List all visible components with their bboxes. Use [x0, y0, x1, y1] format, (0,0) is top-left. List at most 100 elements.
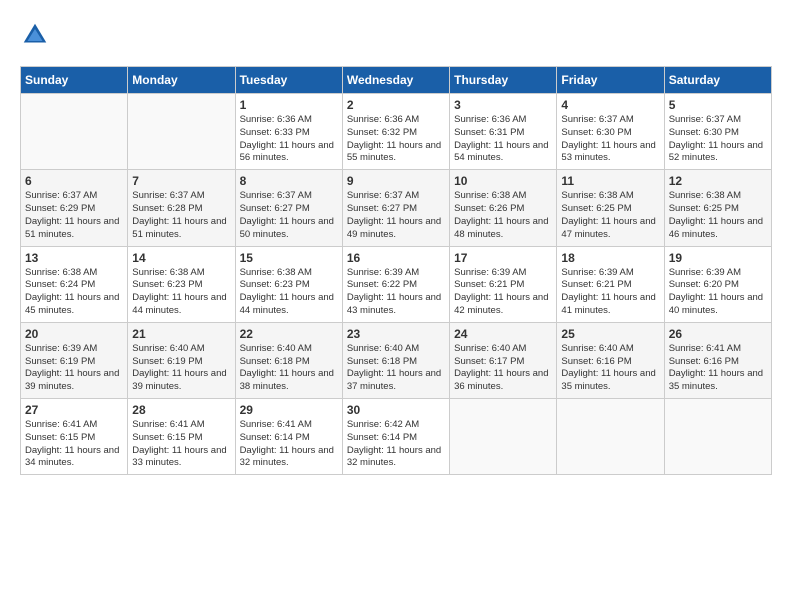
day-number: 9: [347, 174, 445, 188]
day-info: Sunrise: 6:37 AM Sunset: 6:29 PM Dayligh…: [25, 190, 123, 241]
day-number: 18: [561, 251, 659, 265]
day-info: Sunrise: 6:39 AM Sunset: 6:19 PM Dayligh…: [25, 343, 123, 394]
day-number: 23: [347, 327, 445, 341]
day-info: Sunrise: 6:36 AM Sunset: 6:33 PM Dayligh…: [240, 114, 338, 165]
day-number: 3: [454, 98, 552, 112]
calendar-cell: 11Sunrise: 6:38 AM Sunset: 6:25 PM Dayli…: [557, 170, 664, 246]
calendar-header-row: SundayMondayTuesdayWednesdayThursdayFrid…: [21, 67, 772, 94]
day-number: 17: [454, 251, 552, 265]
calendar-table: SundayMondayTuesdayWednesdayThursdayFrid…: [20, 66, 772, 475]
day-of-week-header: Tuesday: [235, 67, 342, 94]
day-of-week-header: Monday: [128, 67, 235, 94]
day-info: Sunrise: 6:40 AM Sunset: 6:19 PM Dayligh…: [132, 343, 230, 394]
day-number: 20: [25, 327, 123, 341]
day-info: Sunrise: 6:40 AM Sunset: 6:16 PM Dayligh…: [561, 343, 659, 394]
calendar-cell: 12Sunrise: 6:38 AM Sunset: 6:25 PM Dayli…: [664, 170, 771, 246]
day-info: Sunrise: 6:37 AM Sunset: 6:27 PM Dayligh…: [347, 190, 445, 241]
day-number: 16: [347, 251, 445, 265]
calendar-week-row: 1 Sunrise: 6:36 AM Sunset: 6:33 PM Daylig…: [21, 94, 772, 170]
day-number: 6: [25, 174, 123, 188]
calendar-cell: 26 Sunrise: 6:41 AM Sunset: 6:16 PM Dayli…: [664, 322, 771, 398]
day-number: 14: [132, 251, 230, 265]
calendar-cell: 3 Sunrise: 6:36 AM Sunset: 6:31 PM Daylig…: [450, 94, 557, 170]
day-number: 1: [240, 98, 338, 112]
calendar-cell: 29Sunrise: 6:41 AM Sunset: 6:14 PM Dayli…: [235, 399, 342, 475]
calendar-cell: 14 Sunrise: 6:38 AM Sunset: 6:23 PM Dayli…: [128, 246, 235, 322]
day-number: 21: [132, 327, 230, 341]
day-number: 24: [454, 327, 552, 341]
day-info: Sunrise: 6:38 AM Sunset: 6:26 PM Dayligh…: [454, 190, 552, 241]
calendar-cell: 20 Sunrise: 6:39 AM Sunset: 6:19 PM Dayli…: [21, 322, 128, 398]
day-number: 22: [240, 327, 338, 341]
calendar-week-row: 6 Sunrise: 6:37 AM Sunset: 6:29 PM Daylig…: [21, 170, 772, 246]
calendar-cell: 22 Sunrise: 6:40 AM Sunset: 6:18 PM Dayli…: [235, 322, 342, 398]
logo-icon: [20, 20, 50, 50]
day-number: 19: [669, 251, 767, 265]
day-info: Sunrise: 6:41 AM Sunset: 6:16 PM Dayligh…: [669, 343, 767, 394]
day-info: Sunrise: 6:38 AM Sunset: 6:23 PM Dayligh…: [240, 267, 338, 318]
calendar-cell: 28 Sunrise: 6:41 AM Sunset: 6:15 PM Dayli…: [128, 399, 235, 475]
day-info: Sunrise: 6:37 AM Sunset: 6:30 PM Dayligh…: [561, 114, 659, 165]
day-number: 30: [347, 403, 445, 417]
day-of-week-header: Wednesday: [342, 67, 449, 94]
day-of-week-header: Friday: [557, 67, 664, 94]
day-of-week-header: Saturday: [664, 67, 771, 94]
day-info: Sunrise: 6:39 AM Sunset: 6:20 PM Dayligh…: [669, 267, 767, 318]
day-number: 4: [561, 98, 659, 112]
calendar-cell: 17Sunrise: 6:39 AM Sunset: 6:21 PM Dayli…: [450, 246, 557, 322]
calendar-cell: 4 Sunrise: 6:37 AM Sunset: 6:30 PM Daylig…: [557, 94, 664, 170]
day-info: Sunrise: 6:38 AM Sunset: 6:25 PM Dayligh…: [669, 190, 767, 241]
calendar-cell: 24Sunrise: 6:40 AM Sunset: 6:17 PM Dayli…: [450, 322, 557, 398]
calendar-cell: 5 Sunrise: 6:37 AM Sunset: 6:30 PM Daylig…: [664, 94, 771, 170]
day-info: Sunrise: 6:36 AM Sunset: 6:31 PM Dayligh…: [454, 114, 552, 165]
calendar-cell: 8 Sunrise: 6:37 AM Sunset: 6:27 PM Daylig…: [235, 170, 342, 246]
day-number: 28: [132, 403, 230, 417]
day-number: 25: [561, 327, 659, 341]
day-info: Sunrise: 6:40 AM Sunset: 6:18 PM Dayligh…: [240, 343, 338, 394]
calendar-cell: [128, 94, 235, 170]
calendar-cell: 13Sunrise: 6:38 AM Sunset: 6:24 PM Dayli…: [21, 246, 128, 322]
calendar-cell: 23 Sunrise: 6:40 AM Sunset: 6:18 PM Dayli…: [342, 322, 449, 398]
calendar-cell: [21, 94, 128, 170]
day-number: 13: [25, 251, 123, 265]
day-info: Sunrise: 6:41 AM Sunset: 6:15 PM Dayligh…: [132, 419, 230, 470]
day-info: Sunrise: 6:38 AM Sunset: 6:23 PM Dayligh…: [132, 267, 230, 318]
day-number: 8: [240, 174, 338, 188]
day-number: 15: [240, 251, 338, 265]
calendar-cell: 2 Sunrise: 6:36 AM Sunset: 6:32 PM Daylig…: [342, 94, 449, 170]
calendar-cell: 18 Sunrise: 6:39 AM Sunset: 6:21 PM Dayli…: [557, 246, 664, 322]
calendar-week-row: 13Sunrise: 6:38 AM Sunset: 6:24 PM Dayli…: [21, 246, 772, 322]
calendar-cell: 6 Sunrise: 6:37 AM Sunset: 6:29 PM Daylig…: [21, 170, 128, 246]
day-info: Sunrise: 6:37 AM Sunset: 6:28 PM Dayligh…: [132, 190, 230, 241]
day-info: Sunrise: 6:39 AM Sunset: 6:21 PM Dayligh…: [561, 267, 659, 318]
calendar-cell: 30 Sunrise: 6:42 AM Sunset: 6:14 PM Dayli…: [342, 399, 449, 475]
calendar-cell: 19 Sunrise: 6:39 AM Sunset: 6:20 PM Dayli…: [664, 246, 771, 322]
day-number: 5: [669, 98, 767, 112]
day-info: Sunrise: 6:42 AM Sunset: 6:14 PM Dayligh…: [347, 419, 445, 470]
day-info: Sunrise: 6:37 AM Sunset: 6:27 PM Dayligh…: [240, 190, 338, 241]
day-info: Sunrise: 6:40 AM Sunset: 6:18 PM Dayligh…: [347, 343, 445, 394]
calendar-cell: 25 Sunrise: 6:40 AM Sunset: 6:16 PM Dayli…: [557, 322, 664, 398]
calendar-week-row: 20 Sunrise: 6:39 AM Sunset: 6:19 PM Dayli…: [21, 322, 772, 398]
calendar-cell: 21 Sunrise: 6:40 AM Sunset: 6:19 PM Dayli…: [128, 322, 235, 398]
day-info: Sunrise: 6:37 AM Sunset: 6:30 PM Dayligh…: [669, 114, 767, 165]
calendar-cell: [557, 399, 664, 475]
day-number: 10: [454, 174, 552, 188]
calendar-cell: [664, 399, 771, 475]
day-of-week-header: Thursday: [450, 67, 557, 94]
day-info: Sunrise: 6:41 AM Sunset: 6:14 PM Dayligh…: [240, 419, 338, 470]
calendar-cell: 1 Sunrise: 6:36 AM Sunset: 6:33 PM Daylig…: [235, 94, 342, 170]
calendar-cell: 9 Sunrise: 6:37 AM Sunset: 6:27 PM Daylig…: [342, 170, 449, 246]
calendar-cell: [450, 399, 557, 475]
calendar-cell: 16 Sunrise: 6:39 AM Sunset: 6:22 PM Dayli…: [342, 246, 449, 322]
calendar-cell: 27 Sunrise: 6:41 AM Sunset: 6:15 PM Dayli…: [21, 399, 128, 475]
day-number: 2: [347, 98, 445, 112]
day-info: Sunrise: 6:41 AM Sunset: 6:15 PM Dayligh…: [25, 419, 123, 470]
day-info: Sunrise: 6:36 AM Sunset: 6:32 PM Dayligh…: [347, 114, 445, 165]
page-header: [20, 20, 772, 50]
day-number: 26: [669, 327, 767, 341]
day-info: Sunrise: 6:39 AM Sunset: 6:22 PM Dayligh…: [347, 267, 445, 318]
day-number: 27: [25, 403, 123, 417]
day-number: 11: [561, 174, 659, 188]
calendar-week-row: 27 Sunrise: 6:41 AM Sunset: 6:15 PM Dayli…: [21, 399, 772, 475]
